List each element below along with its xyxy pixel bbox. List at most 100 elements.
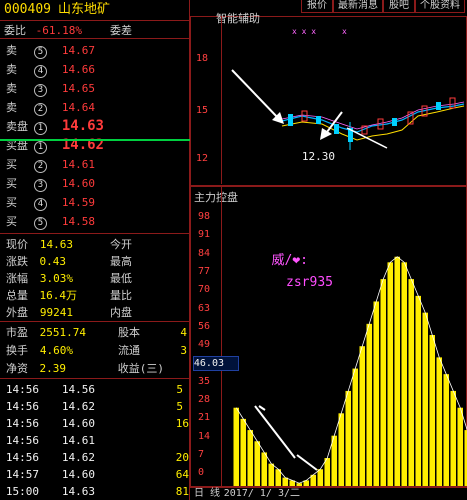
stat-label: 现价 xyxy=(6,238,28,251)
trade-vol: 81 xyxy=(176,485,190,498)
y-tick: 91 xyxy=(198,229,211,241)
svg-text:x: x xyxy=(342,27,347,36)
main-force-bar xyxy=(233,407,239,486)
main-force-bar xyxy=(429,335,435,486)
main-force-bar xyxy=(282,477,288,486)
main-force-bar xyxy=(394,256,400,486)
period-label[interactable]: 日 线 xyxy=(194,487,220,500)
book-level: 4 xyxy=(34,63,47,78)
book-label: 卖 xyxy=(6,44,17,57)
book-price: 14.61 xyxy=(62,158,96,171)
main-force-bar xyxy=(261,452,267,486)
weibi-label: 委比 xyxy=(4,24,26,37)
main-force-bar xyxy=(359,346,365,486)
book-price: 14.58 xyxy=(62,215,96,228)
tab-0[interactable]: 个股资料 xyxy=(415,0,465,13)
book-level: 2 xyxy=(34,158,47,173)
main-force-bar xyxy=(422,312,428,486)
trade-time: 14:57 xyxy=(6,468,40,481)
stock-terminal: 000409 山东地矿 委比 -61.18% 委差 卖 5 14.67 卖 4 14.66… xyxy=(0,0,467,500)
y-tick: 7 xyxy=(198,448,205,460)
book-price: 14.63 xyxy=(62,118,105,134)
trade-time: 14:56 xyxy=(6,417,40,430)
trade-time: 14:56 xyxy=(6,451,40,464)
stat-label: 外盘 xyxy=(6,306,28,319)
stat2-right: 4 xyxy=(180,326,187,339)
tab-1[interactable]: 股吧 xyxy=(383,0,415,13)
stat-label: 涨跌 xyxy=(6,255,28,268)
y-tick: 21 xyxy=(198,412,211,424)
weicha-label: 委差 xyxy=(110,24,132,37)
book-label: 卖 xyxy=(6,101,17,114)
y-tick: 14 xyxy=(198,430,211,442)
main-force-bar xyxy=(366,323,372,486)
arrow-trough xyxy=(296,454,318,471)
main-force-bar xyxy=(401,262,407,486)
kline-price-annotation: 12.30 xyxy=(302,150,336,163)
stat2-right: 3 xyxy=(180,344,187,357)
stat-value: 0.43 xyxy=(40,255,67,268)
stat-label-2: 最高 xyxy=(110,255,132,268)
trade-time: 14:56 xyxy=(6,383,40,396)
book-price: 14.65 xyxy=(62,82,96,95)
main-force-bar xyxy=(254,441,260,486)
trade-time: 14:56 xyxy=(6,400,40,413)
main-force-bar xyxy=(345,390,351,486)
y-tick: 35 xyxy=(198,375,211,387)
svg-text:x x x: x x x xyxy=(292,27,316,36)
kline-y-18: 18 xyxy=(196,53,209,64)
book-price: 14.66 xyxy=(62,63,96,76)
stock-code: 000409 xyxy=(4,2,51,17)
book-price: 14.64 xyxy=(62,101,96,114)
arrow-left-peak xyxy=(254,405,296,459)
stat2-label-2: 股本 xyxy=(118,326,140,339)
book-label: 卖 xyxy=(6,82,17,95)
main-force-bar xyxy=(331,435,337,486)
stat2-value: 2.39 xyxy=(40,362,67,375)
book-label: 买 xyxy=(6,177,17,190)
arrow-left-head xyxy=(258,405,266,411)
trade-vol: 5 xyxy=(176,400,183,413)
stat-value: 14.63 xyxy=(40,238,74,251)
trade-vol: 16 xyxy=(176,417,190,430)
main-force-bar xyxy=(408,279,414,486)
book-level: 4 xyxy=(34,196,47,211)
trade-price: 14.63 xyxy=(62,485,96,498)
trade-price: 14.60 xyxy=(62,468,96,481)
current-value: 46.03 xyxy=(194,358,225,369)
watermark-line1: 威/❤: xyxy=(272,253,309,268)
stat-value: 99241 xyxy=(40,306,74,319)
main-force-bar xyxy=(387,262,393,486)
main-force-bar xyxy=(247,430,253,486)
tab-3[interactable]: 报价 xyxy=(301,0,333,13)
trade-time: 15:00 xyxy=(6,485,40,498)
y-tick: 49 xyxy=(198,339,211,351)
main-force-bar xyxy=(457,407,463,486)
main-force-bar xyxy=(436,357,442,486)
trade-vol: 5 xyxy=(176,383,183,396)
book-price: 14.59 xyxy=(62,196,96,209)
stat-value: 16.4万 xyxy=(40,289,78,302)
y-tick: 63 xyxy=(198,302,211,314)
main-force-bar xyxy=(450,390,456,486)
stock-name: 山东地矿 xyxy=(58,2,111,17)
main-force-bar xyxy=(324,458,330,486)
trade-vol: 64 xyxy=(176,468,190,481)
kline-chart: x x x x xyxy=(231,27,465,150)
watermark-line2: zsr935 xyxy=(286,275,333,290)
main-force-bar xyxy=(268,463,274,486)
stat-label: 涨幅 xyxy=(6,272,28,285)
stat2-value: 2551.74 xyxy=(40,326,87,339)
book-level: 1 xyxy=(34,120,47,135)
trade-time: 14:56 xyxy=(6,434,40,447)
stat-label-2: 量比 xyxy=(110,289,132,302)
y-tick: 77 xyxy=(198,265,211,277)
book-level: 1 xyxy=(34,139,47,154)
book-label: 卖 xyxy=(6,63,17,76)
stat-label: 总量 xyxy=(6,289,28,302)
stat-value: 3.03% xyxy=(40,272,74,285)
book-level: 5 xyxy=(34,44,47,59)
tab-2[interactable]: 最新消息 xyxy=(333,0,383,13)
spread-divider xyxy=(0,139,190,141)
book-level: 5 xyxy=(34,215,47,230)
